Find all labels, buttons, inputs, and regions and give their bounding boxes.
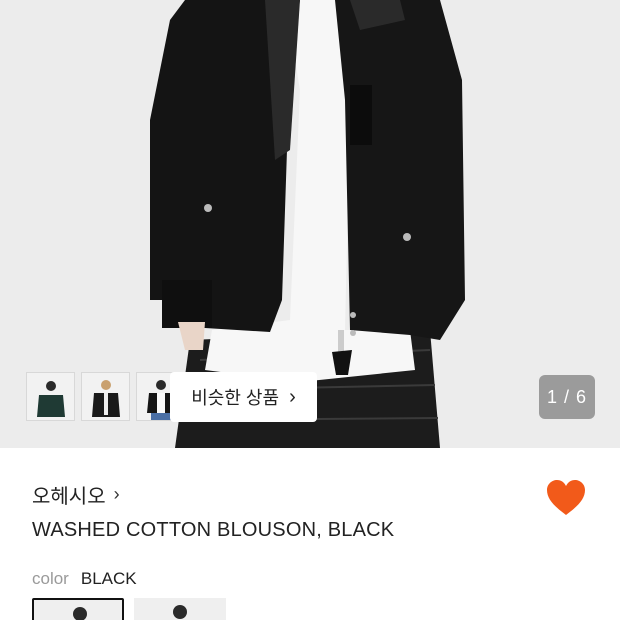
brand-link[interactable]: 오헤시오 › <box>32 480 120 509</box>
product-main-image[interactable]: 비슷한 상품 › 1 / 6 <box>0 0 620 448</box>
color-swatches <box>32 598 226 620</box>
thumbnail-strip <box>26 372 185 421</box>
pager-text: 1 / 6 <box>546 386 588 407</box>
similar-products-label: 비슷한 상품 <box>191 388 280 408</box>
product-title: WASHED COTTON BLOUSON, BLACK <box>32 519 395 541</box>
color-swatch-selected[interactable] <box>32 598 124 620</box>
chevron-right-icon: › <box>113 484 120 504</box>
thumbnail-1[interactable] <box>26 372 75 421</box>
brand-name: 오헤시오 <box>32 486 106 508</box>
chevron-right-icon: › <box>289 385 296 408</box>
color-row: color BLACK <box>32 569 137 589</box>
color-swatch[interactable] <box>134 598 226 620</box>
heart-icon[interactable] <box>545 478 587 518</box>
similar-products-button[interactable]: 비슷한 상품 › <box>170 372 317 422</box>
image-pager: 1 / 6 <box>539 375 595 419</box>
thumbnail-2[interactable] <box>81 372 130 421</box>
color-label: color <box>32 569 69 588</box>
color-value: BLACK <box>80 569 137 588</box>
